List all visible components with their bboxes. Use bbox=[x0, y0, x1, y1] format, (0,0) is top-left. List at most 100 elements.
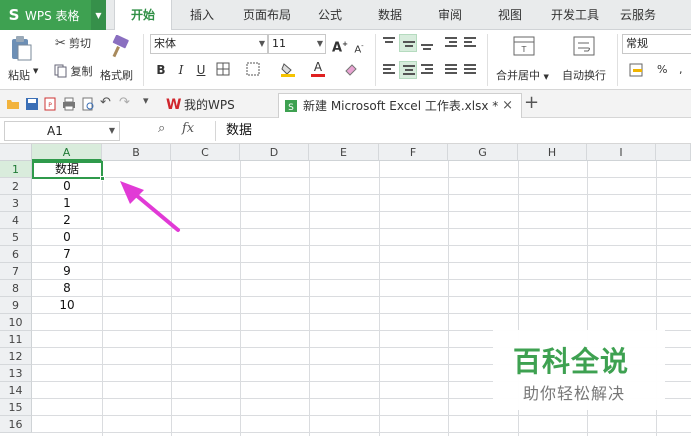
currency-format-button[interactable] bbox=[626, 62, 650, 78]
tab-workbook[interactable]: S 新建 Microsoft Excel 工作表.xlsx * × bbox=[278, 93, 522, 118]
column-header-b[interactable]: B bbox=[102, 144, 171, 161]
tab-insert[interactable]: 插入 bbox=[180, 0, 224, 30]
cell-a8[interactable]: 8 bbox=[33, 280, 101, 296]
row-header-10[interactable]: 10 bbox=[0, 314, 32, 331]
tab-view[interactable]: 视图 bbox=[488, 0, 532, 30]
align-right-button[interactable] bbox=[418, 61, 436, 79]
cell-a5[interactable]: 0 bbox=[33, 229, 101, 245]
align-left-button[interactable] bbox=[380, 61, 398, 79]
row-header-16[interactable]: 16 bbox=[0, 416, 32, 433]
column-header-d[interactable]: D bbox=[240, 144, 309, 161]
copy-button[interactable]: 复制 bbox=[48, 62, 98, 80]
paste-label[interactable]: 粘贴 bbox=[8, 67, 30, 83]
fill-color-button[interactable] bbox=[279, 61, 297, 79]
align-center-button[interactable] bbox=[399, 61, 417, 79]
tab-my-wps[interactable]: W 我的WPS bbox=[160, 93, 278, 118]
close-tab-icon[interactable]: × bbox=[502, 94, 513, 118]
row-header-11[interactable]: 11 bbox=[0, 331, 32, 348]
shrink-font-button[interactable]: A- bbox=[350, 37, 368, 55]
wps-app-menu-button[interactable]: S WPS 表格 ▼ bbox=[0, 0, 106, 30]
row-header-3[interactable]: 3 bbox=[0, 195, 32, 212]
row-header-14[interactable]: 14 bbox=[0, 382, 32, 399]
save-icon[interactable] bbox=[25, 97, 39, 111]
row-header-13[interactable]: 13 bbox=[0, 365, 32, 382]
decrease-indent-button[interactable] bbox=[442, 34, 460, 52]
merge-center-label[interactable]: 合并居中 ▼ bbox=[496, 67, 549, 83]
column-header-f[interactable]: F bbox=[379, 144, 448, 161]
tab-review[interactable]: 审阅 bbox=[428, 0, 472, 30]
column-header-e[interactable]: E bbox=[309, 144, 379, 161]
row-header-1[interactable]: 1 bbox=[0, 161, 32, 178]
tab-data[interactable]: 数据 bbox=[368, 0, 412, 30]
fill-handle[interactable] bbox=[100, 176, 105, 181]
clear-format-button[interactable] bbox=[342, 61, 360, 79]
align-top-button[interactable] bbox=[380, 34, 398, 52]
paste-button[interactable] bbox=[6, 32, 36, 64]
export-pdf-icon[interactable]: P bbox=[43, 97, 57, 111]
row-header-12[interactable]: 12 bbox=[0, 348, 32, 365]
formula-input[interactable]: 数据 bbox=[215, 121, 691, 141]
bold-button[interactable]: B bbox=[152, 61, 170, 79]
borders-button[interactable] bbox=[214, 61, 232, 79]
tab-formulas[interactable]: 公式 bbox=[308, 0, 352, 30]
open-folder-icon[interactable] bbox=[6, 97, 20, 111]
font-size-select[interactable]: 11 ▼ bbox=[268, 34, 326, 54]
select-all-corner[interactable] bbox=[0, 144, 32, 161]
print-icon[interactable] bbox=[62, 97, 76, 111]
row-header-7[interactable]: 7 bbox=[0, 263, 32, 280]
zoom-search-icon[interactable]: ⌕ bbox=[158, 121, 165, 136]
format-painter-button[interactable] bbox=[103, 32, 137, 62]
name-box[interactable]: A1 ▼ bbox=[4, 121, 120, 141]
grow-font-button[interactable]: A+ bbox=[331, 35, 349, 55]
column-header-i[interactable]: I bbox=[587, 144, 656, 161]
insert-function-button[interactable]: fx bbox=[182, 121, 194, 136]
tab-home[interactable]: 开始 bbox=[114, 0, 172, 31]
row-header-4[interactable]: 4 bbox=[0, 212, 32, 229]
app-menu-dropdown-icon[interactable]: ▼ bbox=[91, 0, 106, 30]
cell-a7[interactable]: 9 bbox=[33, 263, 101, 279]
column-header-h[interactable]: H bbox=[518, 144, 587, 161]
wrap-text-label[interactable]: 自动换行 bbox=[562, 67, 606, 83]
row-header-8[interactable]: 8 bbox=[0, 280, 32, 297]
comma-style-button[interactable]: , bbox=[679, 63, 683, 76]
justify-button[interactable] bbox=[442, 61, 460, 79]
align-middle-button[interactable] bbox=[399, 34, 417, 52]
tab-developer[interactable]: 开发工具 bbox=[545, 0, 605, 30]
row-header-2[interactable]: 2 bbox=[0, 178, 32, 195]
customize-quick-access-icon[interactable]: ▾ bbox=[143, 94, 157, 108]
format-painter-label[interactable]: 格式刷 bbox=[100, 67, 133, 83]
column-header-a[interactable]: A bbox=[32, 144, 102, 161]
new-tab-button[interactable]: + bbox=[524, 92, 539, 113]
redo-icon[interactable]: ↷ bbox=[119, 95, 133, 110]
paste-dropdown-icon[interactable]: ▼ bbox=[33, 67, 38, 75]
cell-a6[interactable]: 7 bbox=[33, 246, 101, 262]
print-preview-icon[interactable] bbox=[81, 97, 95, 111]
cell-a9[interactable]: 10 bbox=[33, 297, 101, 313]
undo-icon[interactable]: ↶ bbox=[100, 95, 114, 110]
italic-button[interactable]: I bbox=[172, 61, 190, 79]
underline-button[interactable]: U bbox=[192, 61, 210, 79]
tab-cloud-service[interactable]: 云服务 bbox=[614, 0, 662, 30]
distributed-align-button[interactable] bbox=[461, 61, 479, 79]
row-header-6[interactable]: 6 bbox=[0, 246, 32, 263]
cell-a3[interactable]: 1 bbox=[33, 195, 101, 211]
cell-style-button[interactable] bbox=[244, 61, 262, 79]
percent-button[interactable]: % bbox=[657, 63, 667, 76]
row-header-9[interactable]: 9 bbox=[0, 297, 32, 314]
row-header-15[interactable]: 15 bbox=[0, 399, 32, 416]
font-name-select[interactable]: 宋体 ▼ bbox=[150, 34, 268, 54]
tab-page-layout[interactable]: 页面布局 bbox=[236, 0, 298, 30]
cell-a2[interactable]: 0 bbox=[33, 178, 101, 194]
cell-a4[interactable]: 2 bbox=[33, 212, 101, 228]
align-bottom-button[interactable] bbox=[418, 34, 436, 52]
column-header-c[interactable]: C bbox=[171, 144, 240, 161]
increase-indent-button[interactable] bbox=[461, 34, 479, 52]
column-header-j[interactable] bbox=[656, 144, 691, 161]
number-format-select[interactable]: 常规 bbox=[622, 34, 691, 54]
font-color-button[interactable]: A bbox=[309, 60, 327, 78]
merge-center-button[interactable]: T bbox=[511, 34, 537, 58]
cut-button[interactable]: ✂ 剪切 bbox=[48, 34, 98, 52]
column-header-g[interactable]: G bbox=[448, 144, 518, 161]
row-header-5[interactable]: 5 bbox=[0, 229, 32, 246]
wrap-text-button[interactable] bbox=[571, 34, 597, 58]
